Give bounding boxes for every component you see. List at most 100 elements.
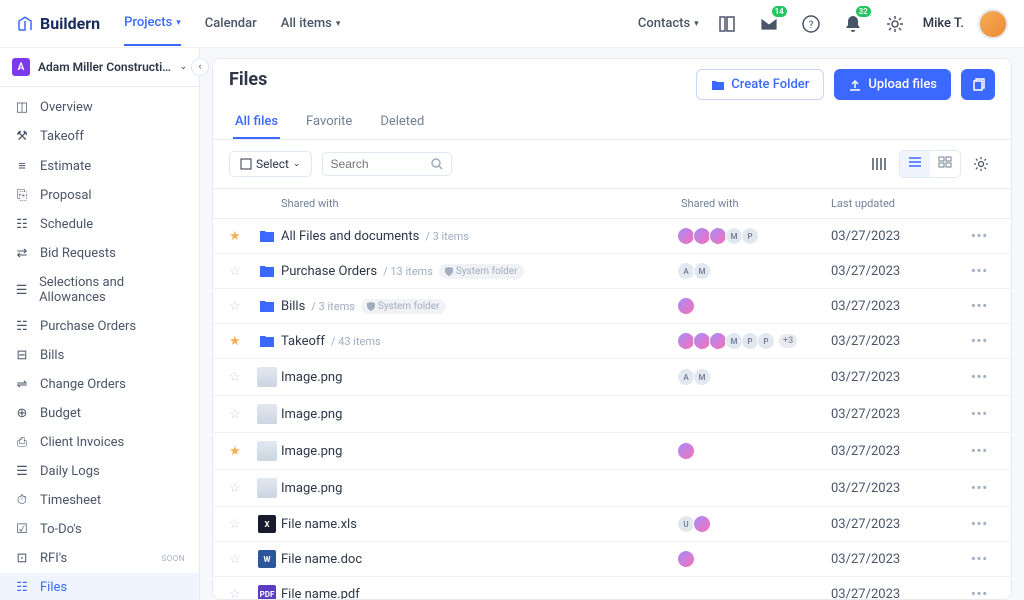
- table-row[interactable]: ☆ Image.png 03/27/2023 •••: [213, 396, 1011, 433]
- col-header-updated: Last updated: [831, 197, 971, 210]
- nav-icon: ☷: [14, 217, 30, 232]
- tab-favorite[interactable]: Favorite: [304, 106, 354, 139]
- star-icon[interactable]: ☆: [229, 481, 253, 496]
- last-updated: 03/27/2023: [831, 587, 971, 600]
- nav-all-items[interactable]: All items▾: [281, 2, 341, 45]
- star-icon[interactable]: ☆: [229, 370, 253, 385]
- row-menu-icon[interactable]: •••: [971, 587, 995, 600]
- table-row[interactable]: ★ Takeoff / 43 items MPP+3 03/27/2023 ••…: [213, 324, 1011, 359]
- star-icon[interactable]: ☆: [229, 517, 253, 532]
- table-row[interactable]: ★ All Files and documents / 3 items MP 0…: [213, 219, 1011, 254]
- sidebar-item-estimate[interactable]: ≡Estimate: [0, 151, 199, 181]
- logo[interactable]: Buildern: [16, 14, 100, 33]
- settings-icon[interactable]: [881, 10, 909, 38]
- table-row[interactable]: ☆ PDF File name.pdf 03/27/2023 •••: [213, 577, 1011, 599]
- row-menu-icon[interactable]: •••: [971, 444, 995, 459]
- table-body: ★ All Files and documents / 3 items MP 0…: [213, 219, 1011, 599]
- table-row[interactable]: ☆ Purchase Orders / 13 items System fold…: [213, 254, 1011, 289]
- sidebar-item-bills[interactable]: ⊟Bills: [0, 341, 199, 370]
- nav-icon: ≡: [14, 158, 30, 174]
- tab-deleted[interactable]: Deleted: [378, 106, 426, 139]
- columns-icon[interactable]: [865, 150, 893, 178]
- star-icon[interactable]: ★: [229, 444, 253, 459]
- sidebar-item-timesheet[interactable]: ⏱Timesheet: [0, 486, 199, 515]
- nav-projects[interactable]: Projects▾: [124, 1, 181, 46]
- shared-with: [681, 442, 831, 460]
- file-name: Image.png: [281, 407, 681, 422]
- shared-with: U: [681, 515, 831, 533]
- file-type-icon: [253, 299, 281, 313]
- toolbar: Select ⌄: [213, 140, 1011, 189]
- sidebar-item-overview[interactable]: ◫Overview: [0, 93, 199, 122]
- chevron-left-icon: ‹: [199, 62, 202, 72]
- row-menu-icon[interactable]: •••: [971, 517, 995, 532]
- layout-icon[interactable]: [713, 10, 741, 38]
- row-menu-icon[interactable]: •••: [971, 299, 995, 314]
- sidebar-item-bid-requests[interactable]: ⇄Bid Requests: [0, 239, 199, 268]
- file-name: Image.png: [281, 444, 681, 459]
- avatar[interactable]: [978, 9, 1008, 39]
- search-input[interactable]: [331, 157, 431, 171]
- bell-icon[interactable]: 32: [839, 10, 867, 38]
- sidebar-item-schedule[interactable]: ☷Schedule: [0, 210, 199, 239]
- star-icon[interactable]: ☆: [229, 299, 253, 314]
- doc-icon: W: [258, 550, 276, 568]
- sidebar-item-purchase-orders[interactable]: ☵Purchase Orders: [0, 312, 199, 341]
- star-icon[interactable]: ★: [229, 229, 253, 244]
- row-menu-icon[interactable]: •••: [971, 407, 995, 422]
- tab-all-files[interactable]: All files: [233, 106, 280, 139]
- select-button[interactable]: Select ⌄: [229, 151, 312, 177]
- copy-button[interactable]: [961, 69, 995, 100]
- chevron-down-icon: ▾: [176, 18, 181, 28]
- table-row[interactable]: ☆ Bills / 3 items System folder 03/27/20…: [213, 289, 1011, 324]
- sidebar-item-takeoff[interactable]: ⚒Takeoff: [0, 122, 199, 151]
- shared-avatar: [677, 550, 695, 568]
- star-icon[interactable]: ☆: [229, 552, 253, 567]
- grid-view-button[interactable]: [930, 151, 960, 177]
- table-row[interactable]: ☆ X File name.xls U 03/27/2023 •••: [213, 507, 1011, 542]
- sidebar-item-change-orders[interactable]: ⇌Change Orders: [0, 370, 199, 399]
- star-icon[interactable]: ☆: [229, 264, 253, 279]
- row-menu-icon[interactable]: •••: [971, 229, 995, 244]
- star-icon[interactable]: ★: [229, 334, 253, 349]
- top-right: Contacts▾ 14 ? 32 Mike T.: [638, 2, 1008, 45]
- sidebar-item-selections-and-allowances[interactable]: ☰Selections and Allowances: [0, 268, 199, 312]
- table-row[interactable]: ☆ Image.png AM 03/27/2023 •••: [213, 359, 1011, 396]
- chevron-down-icon: ⌄: [179, 62, 187, 72]
- row-menu-icon[interactable]: •••: [971, 552, 995, 567]
- row-menu-icon[interactable]: •••: [971, 334, 995, 349]
- sidebar-item-rfi-s[interactable]: ⊡RFI'sSOON: [0, 544, 199, 573]
- table-row[interactable]: ☆ Image.png 03/27/2023 •••: [213, 470, 1011, 507]
- project-selector[interactable]: A Adam Miller Construction ⌄ ‹: [0, 48, 199, 87]
- star-icon[interactable]: ☆: [229, 407, 253, 422]
- user-name[interactable]: Mike T.: [923, 16, 964, 31]
- sidebar-item-daily-logs[interactable]: ☰Daily Logs: [0, 457, 199, 486]
- row-menu-icon[interactable]: •••: [971, 481, 995, 496]
- file-name: Purchase Orders / 13 items System folder: [281, 264, 681, 279]
- nav-calendar[interactable]: Calendar: [205, 2, 257, 45]
- sidebar-item-budget[interactable]: ⊕Budget: [0, 399, 199, 428]
- row-menu-icon[interactable]: •••: [971, 370, 995, 385]
- sidebar-item-files[interactable]: ☷Files: [0, 573, 199, 600]
- create-folder-button[interactable]: Create Folder: [696, 69, 824, 100]
- star-icon[interactable]: ☆: [229, 587, 253, 600]
- collapse-sidebar-button[interactable]: ‹: [191, 58, 209, 76]
- search-box[interactable]: [322, 152, 452, 176]
- shared-with: AM: [681, 262, 831, 280]
- gear-icon[interactable]: [967, 150, 995, 178]
- sidebar-item-client-invoices[interactable]: ⎙Client Invoices: [0, 428, 199, 457]
- table-row[interactable]: ☆ W File name.doc 03/27/2023 •••: [213, 542, 1011, 577]
- last-updated: 03/27/2023: [831, 444, 971, 459]
- top-bar: Buildern Projects▾ Calendar All items▾ C…: [0, 0, 1024, 48]
- upload-files-button[interactable]: Upload files: [834, 69, 951, 100]
- nav-contacts[interactable]: Contacts▾: [638, 2, 699, 45]
- list-view-button[interactable]: [900, 151, 930, 177]
- table-row[interactable]: ★ Image.png 03/27/2023 •••: [213, 433, 1011, 470]
- row-menu-icon[interactable]: •••: [971, 264, 995, 279]
- sidebar-item-proposal[interactable]: ⎘Proposal: [0, 181, 199, 210]
- shared-with: [681, 550, 831, 568]
- shared-avatar: M: [693, 262, 711, 280]
- mail-icon[interactable]: 14: [755, 10, 783, 38]
- sidebar-item-to-do-s[interactable]: ☑To-Do's: [0, 515, 199, 544]
- help-icon[interactable]: ?: [797, 10, 825, 38]
